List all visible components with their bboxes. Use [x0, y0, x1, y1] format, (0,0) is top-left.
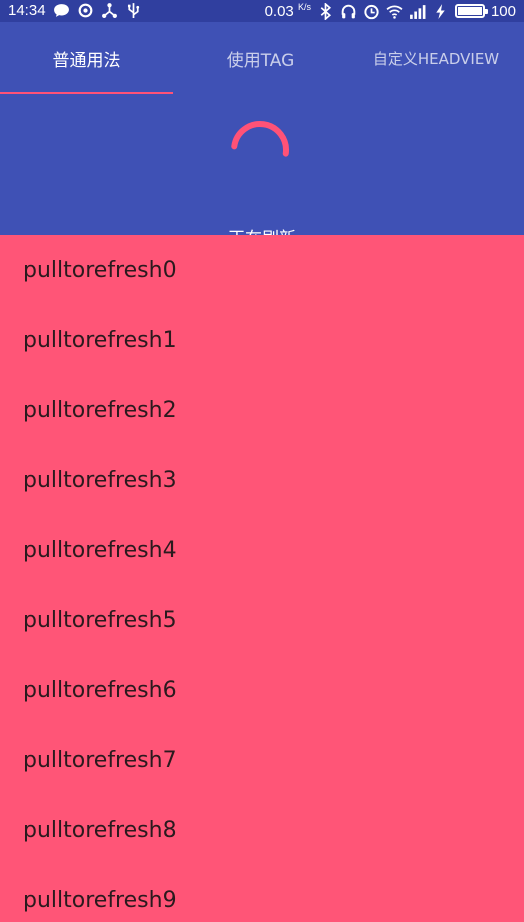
- list-item[interactable]: pulltorefresh3: [0, 445, 524, 515]
- battery-icon: [454, 4, 488, 18]
- refresh-header: 正在刷新: [0, 94, 524, 235]
- usb-icon: [125, 2, 142, 19]
- status-bar-right: 0.03 K/s 100: [265, 2, 516, 20]
- list-item[interactable]: pulltorefresh1: [0, 305, 524, 375]
- network-speed: 0.03 K/s: [265, 2, 311, 20]
- signal-icon: [409, 3, 426, 20]
- network-speed-value: 0.03: [264, 3, 294, 20]
- battery-level: 100: [490, 2, 516, 20]
- status-time: 14:34: [8, 2, 46, 19]
- wifi-icon: [386, 3, 403, 20]
- list-item[interactable]: pulltorefresh6: [0, 655, 524, 725]
- status-bar-left: 14:34: [8, 2, 142, 19]
- sync-icon: [77, 2, 94, 19]
- status-bar: 14:34 0.03 K/s 100: [0, 0, 524, 22]
- chat-bubble-icon: [53, 2, 70, 19]
- list-item[interactable]: pulltorefresh4: [0, 515, 524, 585]
- list-item[interactable]: pulltorefresh2: [0, 375, 524, 445]
- network-speed-unit: K/s: [297, 2, 311, 12]
- list-item[interactable]: pulltorefresh0: [0, 235, 524, 305]
- share-icon: [101, 2, 118, 19]
- headset-icon: [340, 3, 357, 20]
- list-item[interactable]: pulltorefresh9: [0, 865, 524, 922]
- tab-normal-usage[interactable]: 普通用法: [0, 22, 173, 94]
- list-item[interactable]: pulltorefresh8: [0, 795, 524, 865]
- battery-fill: [457, 7, 482, 15]
- loading-spinner-icon: [231, 121, 289, 157]
- alarm-icon: [363, 3, 380, 20]
- list-item[interactable]: pulltorefresh5: [0, 585, 524, 655]
- charging-icon: [432, 3, 449, 20]
- tab-custom-headview[interactable]: 自定义HEADVIEW: [348, 22, 524, 94]
- refresh-list[interactable]: pulltorefresh0 pulltorefresh1 pulltorefr…: [0, 235, 524, 922]
- bluetooth-icon: [317, 2, 334, 20]
- refresh-status-text: 正在刷新: [0, 224, 524, 235]
- tab-bar: 普通用法 使用TAG 自定义HEADVIEW: [0, 22, 524, 95]
- tab-use-tag[interactable]: 使用TAG: [173, 22, 348, 94]
- list-item[interactable]: pulltorefresh7: [0, 725, 524, 795]
